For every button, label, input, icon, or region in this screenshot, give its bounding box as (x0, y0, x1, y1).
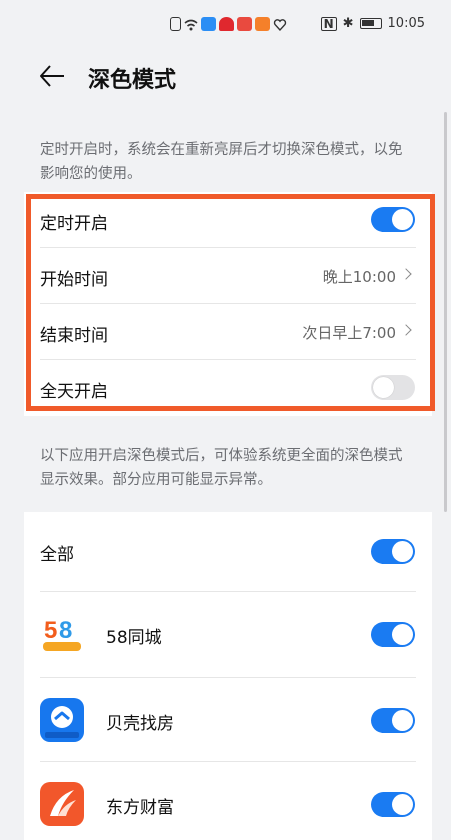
all-day-row[interactable]: 全天开启 (24, 360, 432, 416)
svg-text:8: 8 (59, 617, 72, 644)
wifi-icon (184, 17, 198, 31)
all-day-toggle[interactable] (371, 375, 415, 400)
end-time-value: 次日早上7:00 (302, 324, 396, 342)
nfc-icon: N (320, 16, 337, 31)
schedule-description: 定时开启时，系统会在重新亮屏后才切换深色模式，以免影响您的使用。 (40, 142, 403, 182)
58-logo-icon: 58 (40, 612, 84, 656)
app-toggle-58[interactable] (371, 622, 415, 647)
start-time-row[interactable]: 开始时间 晚上10:00 (24, 248, 432, 304)
scrollbar[interactable] (444, 112, 447, 512)
cloud-icon (201, 17, 216, 31)
app-toggle-eastmoney[interactable] (371, 792, 415, 817)
apps-description: 以下应用开启深色模式后，可体验系统更全面的深色模式显示效果。部分应用可能显示异常… (40, 448, 403, 488)
app-label: 58同城 (106, 628, 162, 648)
video-icon (255, 17, 270, 31)
app-label: 东方财富 (106, 798, 174, 818)
row-label: 开始时间 (40, 270, 108, 290)
huawei-icon (219, 17, 234, 31)
all-apps-toggle[interactable] (371, 539, 415, 564)
apps-card: 全部 58 58同城 贝壳找房 东方财富 (24, 512, 432, 840)
row-label: 全天开启 (40, 382, 108, 402)
end-time-row[interactable]: 结束时间 次日早上7:00 (24, 304, 432, 360)
schedule-toggle-row[interactable]: 定时开启 (24, 192, 432, 248)
start-time-value: 晚上10:00 (322, 268, 396, 286)
app-toggle-beike[interactable] (371, 708, 415, 733)
notification-icons (170, 17, 287, 32)
row-label: 结束时间 (40, 326, 108, 346)
message-icon (237, 17, 252, 31)
sim-icon (170, 17, 181, 31)
app-row-58[interactable]: 58 58同城 (24, 592, 432, 678)
system-status: N ✱ 10:05 (320, 16, 425, 31)
clock: 10:05 (387, 16, 425, 31)
app-row-eastmoney[interactable]: 东方财富 (24, 762, 432, 840)
app-row-beike[interactable]: 贝壳找房 (24, 678, 432, 762)
svg-text:5: 5 (44, 617, 57, 644)
battery-icon (359, 18, 382, 29)
status-bar: N ✱ 10:05 (0, 0, 451, 52)
back-arrow-icon[interactable] (38, 62, 68, 92)
eastmoney-icon (40, 782, 84, 826)
app-label: 贝壳找房 (106, 714, 174, 734)
title-bar: 深色模式 (0, 52, 451, 108)
page-title: 深色模式 (88, 68, 177, 93)
schedule-toggle[interactable] (371, 207, 415, 232)
schedule-card: 定时开启 开始时间 晚上10:00 结束时间 次日早上7:00 全天开启 (24, 192, 432, 416)
beike-house-icon (40, 698, 84, 742)
chevron-right-icon (400, 324, 412, 336)
bluetooth-icon: ✱ (342, 16, 354, 31)
heart-icon (273, 17, 287, 32)
row-label: 定时开启 (40, 214, 108, 234)
chevron-right-icon (400, 268, 412, 280)
row-label: 全部 (40, 545, 74, 565)
all-apps-row[interactable]: 全部 (24, 512, 432, 592)
